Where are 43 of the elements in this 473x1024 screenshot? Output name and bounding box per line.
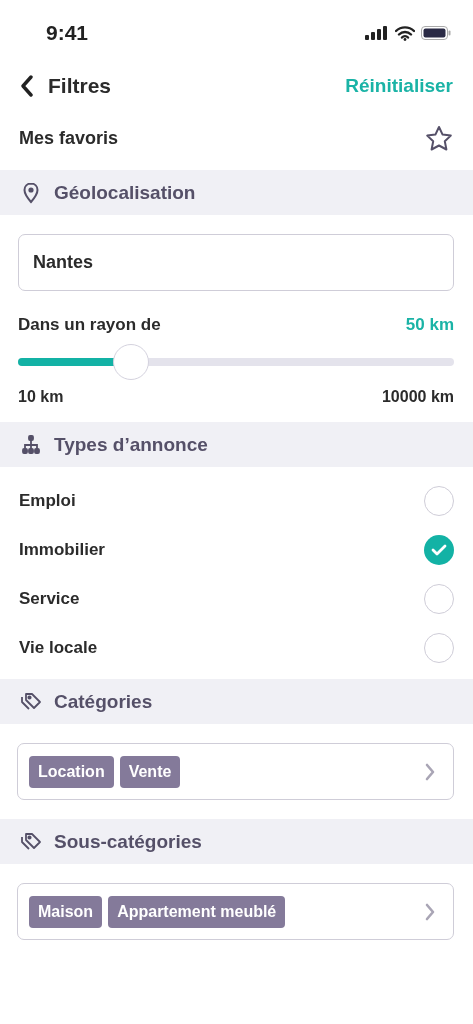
radio-check[interactable] <box>424 583 454 614</box>
category-selector[interactable]: Location Vente <box>17 743 454 800</box>
back-chevron-icon <box>20 75 34 97</box>
section-title: Types d’annonce <box>54 433 208 456</box>
battery-icon <box>421 26 451 40</box>
favorite-star-button[interactable] <box>425 124 453 152</box>
option-label: Emploi <box>19 490 76 511</box>
star-icon <box>425 124 453 152</box>
category-tag: Maison <box>29 895 103 928</box>
option-label: Immobilier <box>19 539 105 560</box>
radio-check[interactable] <box>424 534 454 565</box>
category-tag: Location <box>29 755 114 788</box>
tags-icon <box>20 831 42 852</box>
radius-value: 50 km <box>405 315 454 335</box>
category-tag: Appartement meublé <box>108 895 286 928</box>
radio-check[interactable] <box>424 632 454 663</box>
radius-slider[interactable] <box>18 344 454 380</box>
chevron-right-icon <box>425 762 435 781</box>
checkmark-icon <box>431 543 447 556</box>
chevron-right-icon <box>425 902 435 921</box>
option-label: Vie locale <box>19 637 98 658</box>
option-label: Service <box>19 588 80 609</box>
back-button[interactable] <box>20 75 34 97</box>
tags-icon <box>20 691 42 712</box>
location-pin-icon <box>23 181 39 204</box>
radius-label: Dans un rayon de <box>18 315 161 335</box>
section-title: Géolocalisation <box>54 181 196 204</box>
category-tag: Vente <box>119 755 181 788</box>
section-title: Catégories <box>54 690 153 713</box>
category-selector[interactable]: Maison Appartement meublé <box>17 883 454 940</box>
reset-button[interactable]: Réinitialiser <box>345 75 453 97</box>
hierarchy-icon <box>21 434 41 455</box>
section-title: Sous-catégories <box>54 830 202 853</box>
clock-time: 9:41 <box>46 21 89 45</box>
wifi-icon <box>395 25 415 41</box>
min-label: 10 km <box>18 388 64 406</box>
signal-icon <box>365 26 389 40</box>
city-field[interactable]: Nantes <box>18 234 454 291</box>
max-label: 10000 km <box>381 388 454 406</box>
radio-check[interactable] <box>424 485 454 516</box>
favorites-label: Mes favoris <box>19 127 119 149</box>
page-title: Filtres <box>48 74 112 98</box>
slider-thumb[interactable] <box>113 344 150 380</box>
